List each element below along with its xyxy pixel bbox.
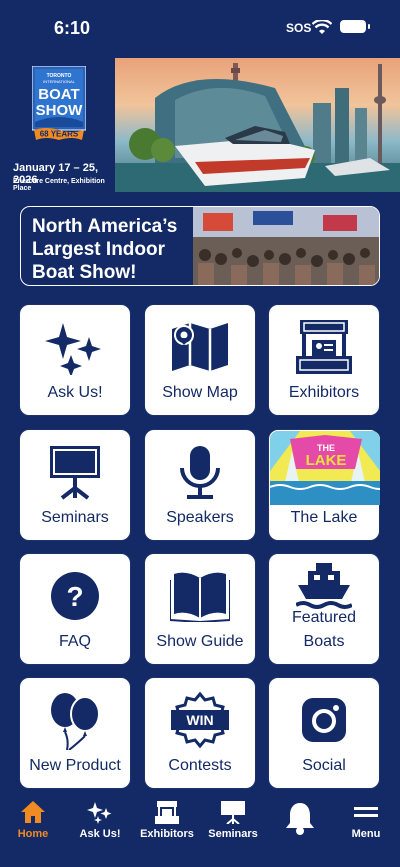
svg-text:SHOW: SHOW [36, 102, 84, 119]
logo-area: TORONTO INTERNATIONAL BOAT SHOW 68 YEARS… [0, 58, 115, 194]
tile-label: Featured Boats [291, 609, 357, 650]
tab-label: Ask Us! [79, 828, 121, 840]
bell-icon [286, 803, 314, 835]
lake-image-text: LAKE [306, 452, 347, 469]
status-time: 6:10 [54, 18, 91, 38]
tile-new-product[interactable]: New Product [19, 677, 131, 789]
tile-featured-boats[interactable]: Featured Boats [268, 553, 380, 665]
bottom-tab-bar: Home Ask Us! Exhibitors Seminars Menu [0, 791, 400, 867]
book-icon [170, 572, 230, 622]
tile-label: Show Guide [156, 633, 244, 650]
promo-banner[interactable]: North America’s Largest Indoor Boat Show… [20, 206, 380, 286]
tile-ask-us[interactable]: Ask Us! [19, 304, 131, 416]
tile-label: Ask Us! [47, 384, 103, 401]
balloons-icon [51, 693, 100, 750]
tab-label: Menu [351, 828, 381, 840]
svg-text:BOAT: BOAT [38, 86, 79, 103]
crowd-image [193, 207, 379, 285]
show-header: TORONTO INTERNATIONAL BOAT SHOW 68 YEARS… [0, 58, 400, 194]
tile-label: The Lake [290, 509, 358, 526]
tile-the-lake[interactable]: THE LAKE The Lake [268, 429, 380, 541]
hero-image [115, 58, 400, 192]
sparkle-icon [87, 802, 112, 824]
sos-indicator: SOS [286, 21, 312, 35]
tile-label: Social [302, 757, 346, 774]
tile-seminars[interactable]: Seminars [19, 429, 131, 541]
tile-label: FAQ [58, 633, 91, 650]
tab-seminars[interactable]: Seminars [198, 799, 268, 840]
tab-label: Home [17, 828, 49, 840]
tab-label: Exhibitors [140, 828, 194, 840]
tile-label: New Product [29, 757, 121, 774]
tile-label: Contests [168, 757, 232, 774]
tile-faq[interactable]: ? FAQ [19, 553, 131, 665]
lake-image: THE LAKE [270, 431, 380, 505]
tab-home[interactable]: Home [0, 799, 68, 840]
tile-show-guide[interactable]: Show Guide [144, 553, 256, 665]
presentation-icon [50, 446, 100, 500]
tab-exhibitors[interactable]: Exhibitors [132, 799, 202, 840]
svg-text:68 YEARS: 68 YEARS [40, 130, 79, 139]
tile-exhibitors[interactable]: Exhibitors [268, 304, 380, 416]
tab-label: Seminars [208, 828, 258, 840]
win-badge-text: WIN [186, 712, 213, 728]
map-icon [172, 323, 228, 371]
sparkle-icon [45, 323, 101, 375]
show-venue: Enercare Centre, Exhibition Place [13, 178, 105, 192]
presentation-icon [221, 801, 245, 824]
tile-label: Speakers [166, 509, 234, 526]
instagram-icon [302, 698, 346, 742]
status-bar: 6:10 SOS [0, 0, 400, 58]
menu-icon [354, 807, 378, 817]
home-icon [21, 801, 45, 823]
tile-contests[interactable]: WIN Contests [144, 677, 256, 789]
booth-icon [296, 320, 352, 374]
tile-show-map[interactable]: Show Map [144, 304, 256, 416]
question-icon: ? [51, 572, 99, 620]
tile-speakers[interactable]: Speakers [144, 429, 256, 541]
svg-text:INTERNATIONAL: INTERNATIONAL [43, 79, 75, 84]
tile-label: Show Map [162, 384, 238, 401]
win-badge-icon: WIN [170, 692, 230, 748]
tile-label: Seminars [41, 509, 109, 526]
booth-icon [155, 801, 179, 824]
wifi-icon [312, 20, 332, 34]
tab-ask-us[interactable]: Ask Us! [65, 799, 135, 840]
ship-icon [296, 563, 352, 609]
battery-icon [340, 20, 370, 33]
svg-text:?: ? [66, 581, 83, 612]
microphone-icon [180, 446, 220, 499]
banner-headline: North America’s Largest Indoor Boat Show… [32, 216, 178, 283]
tab-notifications[interactable] [265, 799, 335, 840]
tile-label: Exhibitors [288, 384, 360, 401]
tab-menu[interactable]: Menu [331, 799, 400, 840]
tile-social[interactable]: Social [268, 677, 380, 789]
boat-show-logo: TORONTO INTERNATIONAL BOAT SHOW 68 YEARS [32, 66, 86, 140]
